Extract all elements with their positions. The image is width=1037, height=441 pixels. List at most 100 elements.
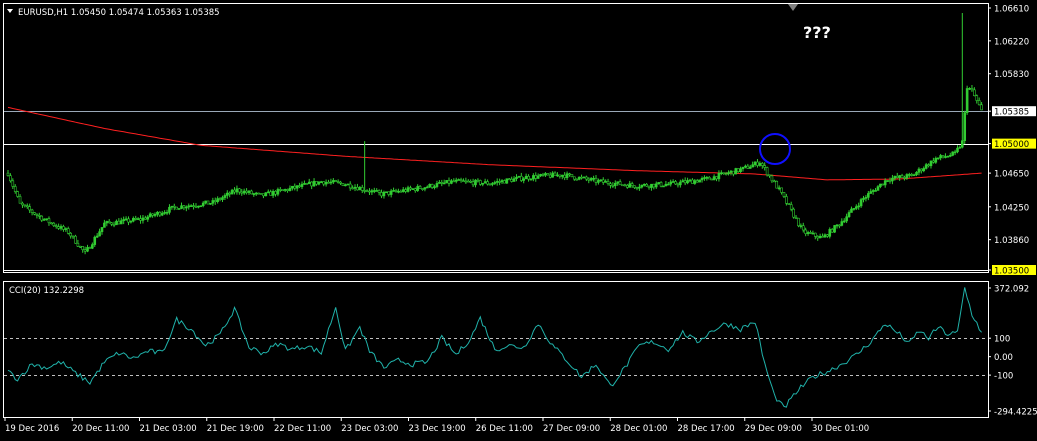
candle-body: [83, 249, 87, 252]
candle-body: [132, 218, 135, 222]
chart-shift-marker[interactable]: [788, 4, 798, 11]
candle-body: [310, 181, 313, 187]
time-tick-label: 22 Dec 11:00: [274, 424, 331, 434]
candle-body: [871, 190, 875, 192]
candle-body: [951, 151, 954, 156]
candle-body: [736, 168, 740, 172]
candle-body: [765, 167, 769, 176]
candle-body: [806, 232, 810, 234]
candle-body: [520, 175, 523, 181]
candle-body: [117, 220, 121, 225]
candle-body: [380, 192, 383, 197]
candle-body: [462, 180, 465, 182]
candle-body: [792, 208, 795, 218]
cci-line: [7, 287, 982, 408]
candle-body: [941, 155, 945, 158]
candle-body: [601, 179, 605, 183]
candle-body: [799, 225, 803, 227]
candle-body: [953, 151, 957, 154]
candle-body: [599, 179, 603, 182]
candle-body: [876, 186, 880, 191]
candle-body: [327, 181, 330, 184]
candle-body: [575, 178, 579, 181]
candle-body: [47, 218, 51, 224]
candle-body: [654, 183, 658, 188]
candle-body: [797, 217, 800, 227]
candle-body: [185, 206, 188, 209]
cci-header: CCI(20) 132.2298: [9, 286, 84, 296]
candle-body: [635, 187, 639, 189]
candle-body: [399, 190, 403, 193]
price-badge-label: 1.05000: [994, 140, 1029, 150]
candle-body: [329, 181, 333, 184]
candle-body: [334, 180, 338, 182]
candle-body: [695, 180, 699, 183]
candle-body: [194, 205, 198, 208]
candle-body: [240, 191, 244, 194]
candle-body: [751, 164, 754, 168]
candle-body: [93, 236, 97, 245]
candle-body: [38, 214, 41, 217]
triangle-down-icon[interactable]: [7, 9, 13, 13]
candle-body: [854, 206, 858, 209]
candle-body: [613, 182, 617, 186]
candle-body: [510, 178, 513, 182]
candle-body: [445, 180, 448, 184]
candle-body: [671, 181, 675, 183]
candle-body: [59, 226, 63, 229]
candle-body: [307, 181, 311, 185]
candle-body: [642, 183, 646, 186]
candle-body: [129, 220, 133, 223]
candle-body: [397, 190, 400, 193]
candle-body: [700, 178, 704, 181]
candle-body: [105, 221, 109, 224]
candle-body: [659, 182, 663, 187]
candle-body: [652, 183, 656, 188]
candle-body: [970, 88, 974, 91]
candle-body: [842, 220, 846, 223]
candle-body: [469, 181, 472, 183]
candle-body: [912, 174, 916, 177]
candle-body: [221, 197, 224, 200]
candle-body: [580, 176, 583, 179]
candle-body: [466, 180, 470, 183]
candle-body: [146, 216, 150, 220]
candle-body: [760, 163, 764, 166]
price-horizontal-lines: [4, 111, 988, 271]
candle-body: [433, 186, 436, 188]
candle-body: [862, 197, 865, 200]
candle-body: [739, 168, 742, 172]
candle-body: [838, 224, 841, 227]
candle-body: [358, 187, 362, 191]
candle-body: [715, 176, 718, 180]
candle-body: [975, 95, 979, 101]
candle-body: [507, 178, 511, 181]
candle-body: [252, 193, 256, 195]
candle-body: [505, 178, 509, 184]
candle-body: [165, 212, 169, 214]
candle-body: [616, 181, 619, 184]
candle-body: [932, 160, 935, 163]
candle-body: [151, 213, 154, 216]
candle-body: [124, 218, 128, 221]
price-tick-label: 1.06220: [994, 37, 1029, 47]
candle-body: [454, 179, 458, 182]
candle-body: [852, 208, 856, 210]
candle-body: [828, 229, 832, 237]
candle-body: [823, 234, 827, 238]
candle-body: [385, 191, 388, 194]
candle-body: [493, 182, 497, 184]
candle-body: [630, 183, 634, 187]
candle-body: [705, 177, 709, 179]
candle-body: [541, 174, 545, 176]
candle-body: [667, 183, 670, 186]
trading-chart[interactable]: 1.06610 1.06220 1.05830 1.05385 1.05000 1.046…: [0, 0, 1037, 441]
candle-body: [303, 183, 306, 185]
candle-body: [442, 182, 446, 185]
cci-layer: [4, 287, 988, 408]
candle-body: [565, 173, 569, 178]
candle-body: [532, 175, 535, 180]
time-tick-label: 27 Dec 09:00: [543, 424, 600, 434]
candle-body: [57, 226, 60, 229]
candle-body: [319, 181, 323, 183]
